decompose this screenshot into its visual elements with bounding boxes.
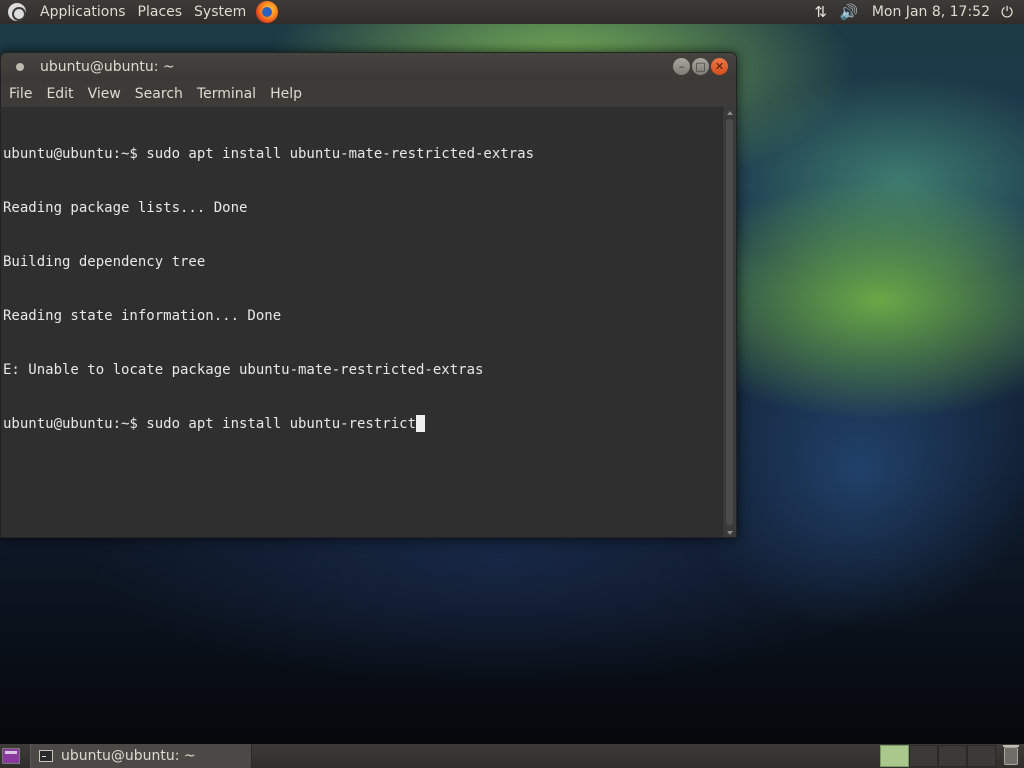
power-icon[interactable]: ⏻ <box>996 0 1018 24</box>
trash-icon[interactable] <box>1003 745 1019 765</box>
terminal-line: E: Unable to locate package ubuntu-mate-… <box>3 362 484 378</box>
terminal-line: Building dependency tree <box>3 254 206 270</box>
workspace-4[interactable] <box>967 745 996 767</box>
network-icon[interactable]: ⇅ <box>810 0 832 24</box>
menu-help[interactable]: Help <box>263 81 309 107</box>
window-menu-icon[interactable] <box>16 63 24 71</box>
scroll-down-icon[interactable] <box>727 531 733 535</box>
window-menubar: File Edit View Search Terminal Help <box>1 81 736 107</box>
menu-terminal[interactable]: Terminal <box>190 81 263 107</box>
text-cursor <box>416 415 426 432</box>
ubuntu-logo-icon[interactable] <box>8 3 26 21</box>
taskbar-item-terminal[interactable]: ubuntu@ubuntu: ~ <box>30 744 252 768</box>
volume-icon[interactable]: 🔊 <box>838 0 860 24</box>
terminal-area[interactable]: ubuntu@ubuntu:~$ sudo apt install ubuntu… <box>1 107 736 537</box>
bottom-panel: ubuntu@ubuntu: ~ <box>0 744 1024 768</box>
window-titlebar[interactable]: ubuntu@ubuntu: ~ – □ ✕ <box>1 53 736 81</box>
close-button[interactable]: ✕ <box>711 58 728 75</box>
taskbar-item-label: ubuntu@ubuntu: ~ <box>61 748 196 764</box>
menu-system[interactable]: System <box>188 0 252 24</box>
firefox-icon[interactable] <box>256 1 279 23</box>
menu-edit[interactable]: Edit <box>39 81 80 107</box>
terminal-output: ubuntu@ubuntu:~$ sudo apt install ubuntu… <box>3 109 719 469</box>
menu-places[interactable]: Places <box>132 0 189 24</box>
workspace-1[interactable] <box>880 745 909 767</box>
show-desktop-icon[interactable] <box>2 748 20 764</box>
terminal-window: ubuntu@ubuntu: ~ – □ ✕ File Edit View Se… <box>0 52 737 538</box>
terminal-current-input[interactable]: ubuntu@ubuntu:~$ sudo apt install ubuntu… <box>3 416 416 432</box>
top-panel: Applications Places System ⇅ 🔊 Mon Jan 8… <box>0 0 1024 24</box>
menu-view[interactable]: View <box>81 81 128 107</box>
maximize-button[interactable]: □ <box>692 58 709 75</box>
vertical-scrollbar[interactable] <box>722 107 736 537</box>
menu-file[interactable]: File <box>2 81 39 107</box>
menu-applications[interactable]: Applications <box>34 0 132 24</box>
scroll-thumb[interactable] <box>726 119 733 525</box>
menu-search[interactable]: Search <box>128 81 190 107</box>
terminal-line: Reading state information... Done <box>3 308 282 324</box>
scroll-up-icon[interactable] <box>727 111 733 115</box>
terminal-line: ubuntu@ubuntu:~$ sudo apt install ubuntu… <box>3 146 535 162</box>
terminal-icon <box>39 750 53 762</box>
clock[interactable]: Mon Jan 8, 17:52 <box>866 4 996 20</box>
minimize-button[interactable]: – <box>673 58 690 75</box>
workspace-2[interactable] <box>909 745 938 767</box>
window-title: ubuntu@ubuntu: ~ <box>40 59 175 75</box>
terminal-line: Reading package lists... Done <box>3 200 248 216</box>
workspace-switcher <box>880 745 996 767</box>
terminal-prompt-line[interactable]: ubuntu@ubuntu:~$ sudo apt install ubuntu… <box>3 415 719 433</box>
workspace-3[interactable] <box>938 745 967 767</box>
